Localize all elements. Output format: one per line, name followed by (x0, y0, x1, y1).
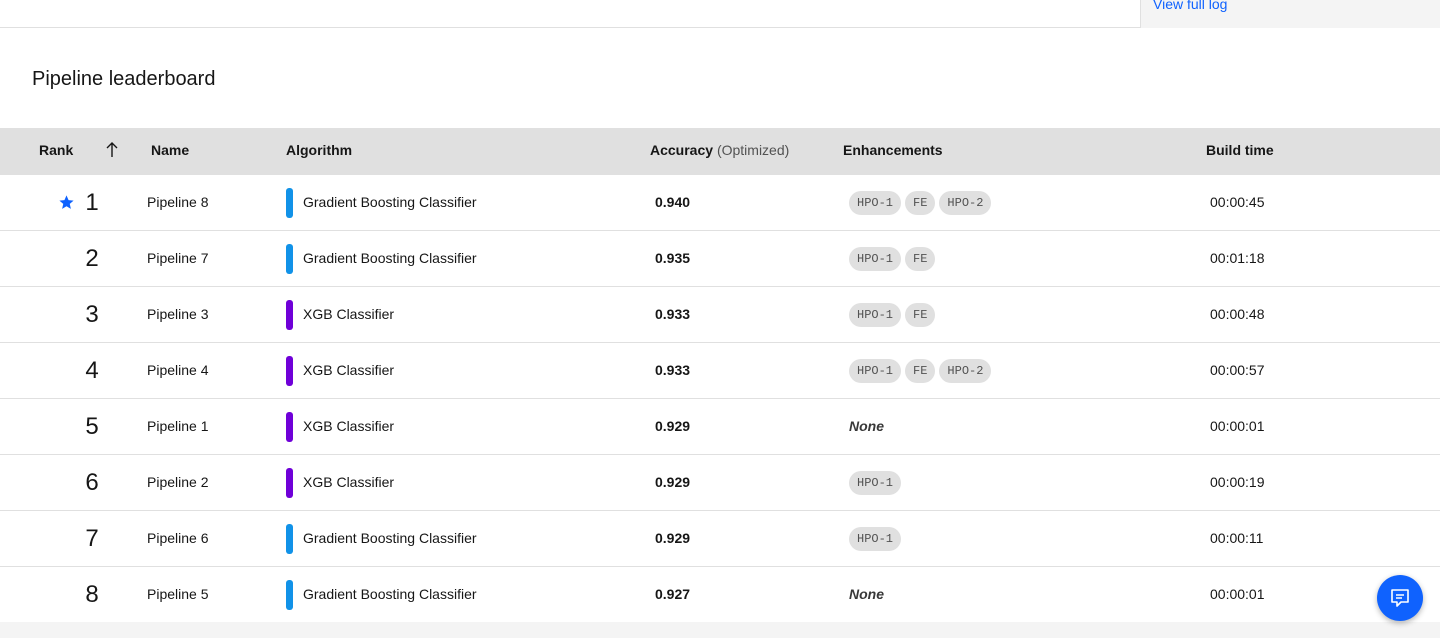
accuracy-cell: 0.929 (655, 418, 691, 434)
rank-cell: 7 (85, 525, 99, 552)
header-algorithm[interactable]: Algorithm (286, 128, 352, 173)
header-accuracy[interactable]: Accuracy (Optimized) (650, 128, 789, 173)
table-body: 1 Pipeline 8 Gradient Boosting Classifier 0… (0, 175, 1440, 623)
rank-cell: 2 (85, 245, 99, 272)
build-time-cell: 00:01:18 (1210, 250, 1265, 266)
rank-cell: 4 (85, 357, 99, 384)
rank-cell: 5 (85, 413, 99, 440)
algorithm-color-bar (286, 468, 293, 498)
enhancement-tag: HPO-1 (849, 303, 902, 327)
pipeline-name[interactable]: Pipeline 2 (147, 455, 209, 510)
enhancement-tag: HPO-1 (849, 191, 902, 215)
table-row[interactable]: 6 Pipeline 2 XGB Classifier 0.929 HPO-1 00:00… (0, 455, 1440, 511)
header-accuracy-label: Accuracy (650, 142, 714, 158)
chat-button[interactable] (1377, 575, 1423, 621)
algorithm-color-bar (286, 356, 293, 386)
table-header: Rank Name Algorithm Accuracy (Optimized)… (0, 128, 1440, 175)
table-row[interactable]: 8 Pipeline 5 Gradient Boosting Classifier 0… (0, 567, 1440, 623)
enhancements-cell: HPO-1 (849, 527, 902, 551)
header-accuracy-note: (Optimized) (716, 142, 790, 158)
header-build-time[interactable]: Build time (1206, 128, 1274, 173)
algorithm-color-bar (286, 524, 293, 554)
algorithm-cell: XGB Classifier (303, 418, 395, 434)
table-row[interactable]: 1 Pipeline 8 Gradient Boosting Classifier 0… (0, 175, 1440, 231)
build-time-cell: 00:00:45 (1210, 194, 1265, 210)
footer-strip (0, 622, 1440, 638)
view-full-log-link[interactable]: View full log (1153, 0, 1227, 14)
table-row[interactable]: 3 Pipeline 3 XGB Classifier 0.933 HPO-1 FE 00:… (0, 287, 1440, 343)
table-row[interactable]: 2 Pipeline 7 Gradient Boosting Classifier 0… (0, 231, 1440, 287)
pipeline-name[interactable]: Pipeline 7 (147, 231, 209, 286)
algorithm-cell: XGB Classifier (303, 362, 395, 378)
accuracy-cell: 0.927 (655, 586, 691, 602)
accuracy-cell: 0.929 (655, 474, 691, 490)
enhancements-cell: HPO-1 FE HPO-2 (849, 191, 992, 215)
algorithm-color-bar (286, 580, 293, 610)
enhancement-tag: HPO-1 (849, 527, 902, 551)
build-time-cell: 00:00:19 (1210, 474, 1265, 490)
rank-cell: 8 (85, 581, 99, 608)
algorithm-cell: XGB Classifier (303, 306, 395, 322)
pipeline-name[interactable]: Pipeline 8 (147, 175, 209, 230)
accuracy-cell: 0.935 (655, 250, 691, 266)
build-time-cell: 00:00:11 (1210, 530, 1264, 546)
enhancements-cell: HPO-1 FE (849, 303, 936, 327)
enhancement-tag: HPO-2 (939, 359, 992, 383)
table-row[interactable]: 7 Pipeline 6 Gradient Boosting Classifier 0… (0, 511, 1440, 567)
enhancement-tag: FE (905, 359, 936, 383)
build-time-cell: 00:00:01 (1210, 418, 1265, 434)
arrow-up-icon[interactable] (104, 141, 120, 159)
star-icon (59, 195, 74, 209)
enhancements-none: None (849, 418, 884, 434)
header-enhancements[interactable]: Enhancements (843, 128, 943, 173)
pipeline-name[interactable]: Pipeline 4 (147, 343, 209, 398)
accuracy-cell: 0.933 (655, 306, 691, 322)
accuracy-cell: 0.933 (655, 362, 691, 378)
page: View full log Pipeline leaderboard Rank … (0, 0, 1440, 638)
accuracy-cell: 0.929 (655, 530, 691, 546)
enhancement-tag: FE (905, 191, 936, 215)
enhancement-tag: HPO-1 (849, 359, 902, 383)
top-bar: View full log (0, 0, 1440, 28)
build-time-cell: 00:00:01 (1210, 586, 1265, 602)
algorithm-cell: Gradient Boosting Classifier (303, 586, 477, 602)
pipeline-name[interactable]: Pipeline 1 (147, 399, 209, 454)
enhancement-tag: FE (905, 247, 936, 271)
algorithm-cell: Gradient Boosting Classifier (303, 530, 477, 546)
algorithm-color-bar (286, 188, 293, 218)
chat-icon (1391, 589, 1409, 607)
pipeline-name[interactable]: Pipeline 5 (147, 567, 209, 622)
algorithm-cell: Gradient Boosting Classifier (303, 194, 477, 210)
enhancements-cell: HPO-1 (849, 471, 902, 495)
enhancement-tag: HPO-1 (849, 247, 902, 271)
rank-cell: 1 (85, 189, 99, 216)
enhancements-cell: HPO-1 FE (849, 247, 936, 271)
rank-cell: 6 (85, 469, 99, 496)
enhancement-tag: HPO-2 (939, 191, 992, 215)
build-time-cell: 00:00:57 (1210, 362, 1265, 378)
build-time-cell: 00:00:48 (1210, 306, 1265, 322)
algorithm-cell: XGB Classifier (303, 474, 395, 490)
enhancements-cell: HPO-1 FE HPO-2 (849, 359, 992, 383)
algorithm-color-bar (286, 244, 293, 274)
enhancements-none: None (849, 586, 884, 602)
algorithm-cell: Gradient Boosting Classifier (303, 250, 477, 266)
accuracy-cell: 0.940 (655, 194, 691, 210)
log-panel: View full log (1140, 0, 1440, 28)
header-rank[interactable]: Rank (39, 128, 73, 173)
pipeline-name[interactable]: Pipeline 3 (147, 287, 209, 342)
page-title: Pipeline leaderboard (32, 68, 216, 90)
header-name[interactable]: Name (151, 128, 189, 173)
leaderboard-table: Rank Name Algorithm Accuracy (Optimized)… (0, 128, 1440, 623)
table-row[interactable]: 4 Pipeline 4 XGB Classifier 0.933 HPO-1 FE HPO… (0, 343, 1440, 399)
enhancement-tag: HPO-1 (849, 471, 902, 495)
enhancement-tag: FE (905, 303, 936, 327)
algorithm-color-bar (286, 300, 293, 330)
table-row[interactable]: 5 Pipeline 1 XGB Classifier 0.929 None 00:00:… (0, 399, 1440, 455)
pipeline-name[interactable]: Pipeline 6 (147, 511, 209, 566)
algorithm-color-bar (286, 412, 293, 442)
rank-cell: 3 (85, 301, 99, 328)
